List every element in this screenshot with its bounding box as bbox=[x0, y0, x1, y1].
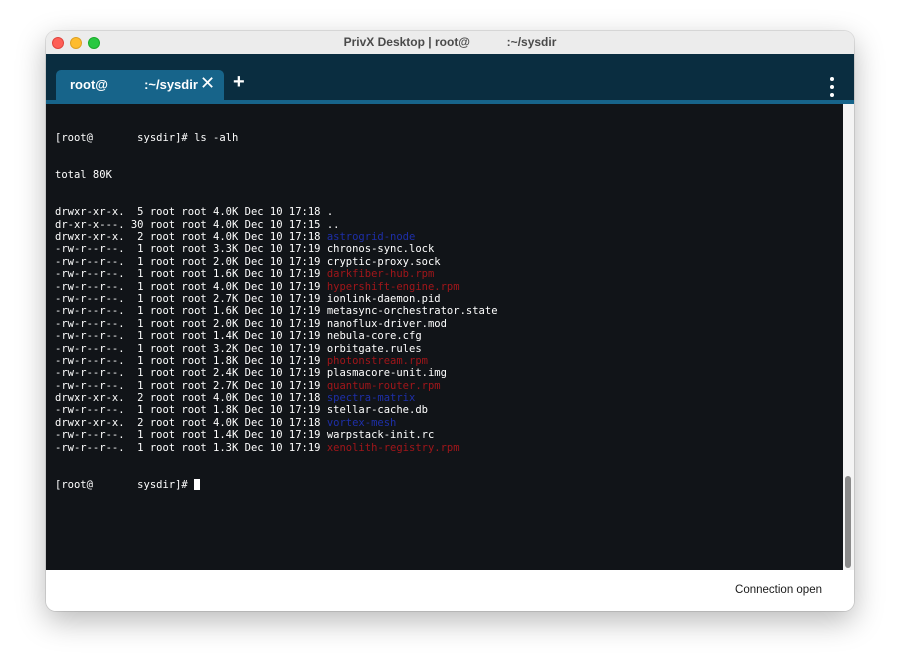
file-meta: -rw-r--r--. 1 root root 1.8K Dec 10 17:1… bbox=[55, 404, 327, 417]
file-name: ionlink-daemon.pid bbox=[326, 292, 441, 305]
listing-line: drwxr-xr-x. 2 root root 4.0K Dec 10 17:1… bbox=[55, 417, 498, 429]
file-name: hypershift-engine.rpm bbox=[326, 280, 460, 293]
listing-line: -rw-r--r--. 1 root root 1.4K Dec 10 17:1… bbox=[55, 429, 498, 441]
listing-line: -rw-r--r--. 1 root root 1.8K Dec 10 17:1… bbox=[55, 355, 498, 367]
file-name: chronos-sync.lock bbox=[326, 243, 435, 256]
file-name: warpstack-init.rc bbox=[326, 429, 435, 442]
file-name: spectra-matrix bbox=[326, 392, 416, 405]
terminal-cursor bbox=[194, 478, 201, 490]
listing-line: -rw-r--r--. 1 root root 4.0K Dec 10 17:1… bbox=[55, 281, 498, 293]
listing-line: -rw-r--r--. 1 root root 1.3K Dec 10 17:1… bbox=[55, 442, 498, 454]
window-title: PrivX Desktop | root@ :~/sysdir bbox=[343, 35, 557, 49]
file-meta: -rw-r--r--. 1 root root 1.4K Dec 10 17:1… bbox=[55, 429, 327, 442]
terminal-prompt-line: [root@ sysdir]# bbox=[55, 478, 498, 491]
file-meta: -rw-r--r--. 1 root root 1.4K Dec 10 17:1… bbox=[55, 330, 327, 343]
listing-line: -rw-r--r--. 1 root root 1.8K Dec 10 17:1… bbox=[55, 404, 498, 416]
file-name: .. bbox=[326, 218, 340, 231]
file-meta: -rw-r--r--. 1 root root 2.7K Dec 10 17:1… bbox=[55, 379, 327, 392]
connection-status: Connection open bbox=[735, 584, 822, 596]
file-meta: -rw-r--r--. 1 root root 1.6K Dec 10 17:1… bbox=[55, 305, 327, 318]
file-meta: -rw-r--r--. 1 root root 2.0K Dec 10 17:1… bbox=[55, 317, 327, 330]
file-name: cryptic-proxy.sock bbox=[326, 255, 441, 268]
terminal-scrollbar[interactable] bbox=[843, 104, 854, 570]
listing-line: -rw-r--r--. 1 root root 3.2K Dec 10 17:1… bbox=[55, 343, 498, 355]
status-bar: Connection open bbox=[46, 570, 854, 611]
file-name: quantum-router.rpm bbox=[326, 379, 441, 392]
terminal-total-line: total 80K bbox=[55, 169, 112, 182]
terminal-text: [root@ sysdir]# ls -alh total 80K drwxr-… bbox=[55, 107, 498, 516]
file-meta: -rw-r--r--. 1 root root 2.0K Dec 10 17:1… bbox=[55, 255, 327, 268]
listing-line: drwxr-xr-x. 2 root root 4.0K Dec 10 17:1… bbox=[55, 392, 498, 404]
file-name: darkfiber-hub.rpm bbox=[326, 268, 435, 281]
file-meta: drwxr-xr-x. 2 root root 4.0K Dec 10 17:1… bbox=[55, 392, 327, 405]
listing-line: -rw-r--r--. 1 root root 2.0K Dec 10 17:1… bbox=[55, 318, 498, 330]
terminal-entries: drwxr-xr-x. 5 root root 4.0K Dec 10 17:1… bbox=[55, 206, 498, 454]
listing-line: -rw-r--r--. 1 root root 2.7K Dec 10 17:1… bbox=[55, 293, 498, 305]
listing-line: -rw-r--r--. 1 root root 2.0K Dec 10 17:1… bbox=[55, 256, 498, 268]
tab-bar: root@ :~/sysdir ✕ + bbox=[46, 54, 854, 100]
terminal-prompt: [root@ sysdir]# bbox=[55, 478, 195, 491]
file-meta: -rw-r--r--. 1 root root 1.6K Dec 10 17:1… bbox=[55, 268, 327, 281]
file-name: xenolith-registry.rpm bbox=[326, 441, 460, 454]
file-meta: drwxr-xr-x. 5 root root 4.0K Dec 10 17:1… bbox=[55, 206, 327, 219]
listing-line: -rw-r--r--. 1 root root 2.4K Dec 10 17:1… bbox=[55, 367, 498, 379]
listing-line: -rw-r--r--. 1 root root 1.6K Dec 10 17:1… bbox=[55, 305, 498, 317]
file-name: nebula-core.cfg bbox=[326, 330, 422, 343]
file-meta: -rw-r--r--. 1 root root 1.8K Dec 10 17:1… bbox=[55, 354, 327, 367]
file-name: plasmacore-unit.img bbox=[326, 367, 447, 380]
file-name: . bbox=[326, 206, 334, 219]
new-tab-button[interactable]: + bbox=[233, 71, 245, 94]
file-meta: drwxr-xr-x. 2 root root 4.0K Dec 10 17:1… bbox=[55, 231, 327, 243]
file-name: stellar-cache.db bbox=[326, 404, 428, 417]
listing-line: -rw-r--r--. 1 root root 3.3K Dec 10 17:1… bbox=[55, 243, 498, 255]
vertical-dots-icon[interactable] bbox=[827, 77, 837, 99]
listing-line: dr-xr-x---. 30 root root 4.0K Dec 10 17:… bbox=[55, 219, 498, 231]
scrollbar-thumb[interactable] bbox=[845, 476, 851, 568]
file-meta: -rw-r--r--. 1 root root 1.3K Dec 10 17:1… bbox=[55, 441, 327, 454]
listing-line: drwxr-xr-x. 5 root root 4.0K Dec 10 17:1… bbox=[55, 206, 498, 218]
terminal-output[interactable]: [root@ sysdir]# ls -alh total 80K drwxr-… bbox=[46, 104, 854, 570]
file-meta: -rw-r--r--. 1 root root 2.7K Dec 10 17:1… bbox=[55, 292, 327, 305]
file-meta: -rw-r--r--. 1 root root 4.0K Dec 10 17:1… bbox=[55, 280, 327, 293]
file-meta: -rw-r--r--. 1 root root 3.2K Dec 10 17:1… bbox=[55, 342, 327, 355]
close-icon[interactable]: ✕ bbox=[200, 73, 215, 94]
file-name: orbitgate.rules bbox=[326, 342, 422, 355]
file-name: nanoflux-driver.mod bbox=[326, 317, 447, 330]
file-meta: -rw-r--r--. 1 root root 3.3K Dec 10 17:1… bbox=[55, 243, 327, 256]
file-meta: -rw-r--r--. 1 root root 2.4K Dec 10 17:1… bbox=[55, 367, 327, 380]
file-name: photonstream.rpm bbox=[326, 354, 428, 367]
terminal-command-line: [root@ sysdir]# ls -alh bbox=[55, 131, 239, 144]
title-bar: PrivX Desktop | root@ :~/sysdir bbox=[46, 31, 854, 55]
listing-line: -rw-r--r--. 1 root root 1.6K Dec 10 17:1… bbox=[55, 268, 498, 280]
file-meta: dr-xr-x---. 30 root root 4.0K Dec 10 17:… bbox=[55, 218, 327, 231]
tab-session[interactable]: root@ :~/sysdir ✕ bbox=[56, 70, 224, 100]
tab-label: root@ :~/sysdir bbox=[70, 77, 198, 92]
listing-line: -rw-r--r--. 1 root root 2.7K Dec 10 17:1… bbox=[55, 380, 498, 392]
file-meta: drwxr-xr-x. 2 root root 4.0K Dec 10 17:1… bbox=[55, 416, 327, 429]
app-window: PrivX Desktop | root@ :~/sysdir root@ :~… bbox=[46, 31, 854, 611]
listing-line: drwxr-xr-x. 2 root root 4.0K Dec 10 17:1… bbox=[55, 231, 498, 243]
listing-line: -rw-r--r--. 1 root root 1.4K Dec 10 17:1… bbox=[55, 330, 498, 342]
file-name: metasync-orchestrator.state bbox=[326, 305, 498, 318]
file-name: astrogrid-node bbox=[326, 231, 416, 243]
file-name: vortex-mesh bbox=[326, 416, 397, 429]
